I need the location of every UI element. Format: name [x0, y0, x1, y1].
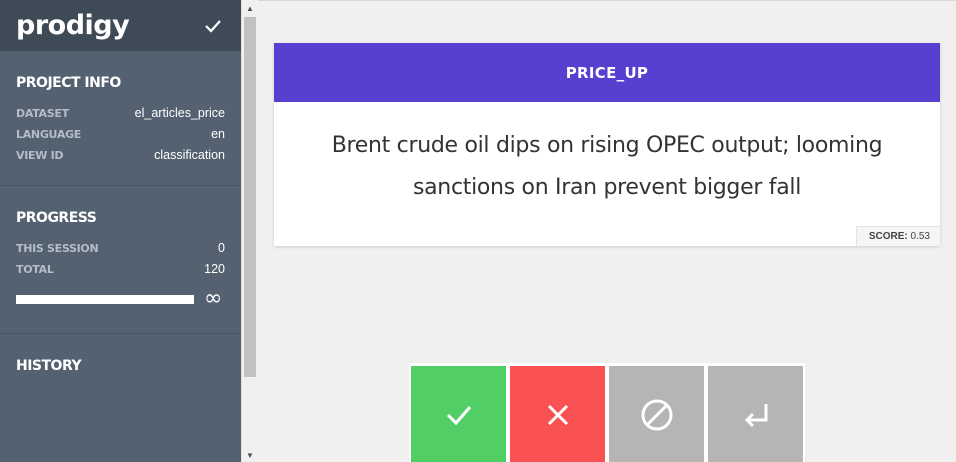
- sidebar: prodigy PROJECT INFO DATASET el_articles…: [0, 0, 241, 462]
- scroll-up-arrow-icon[interactable]: ▲: [246, 4, 254, 13]
- info-key: LANGUAGE: [16, 128, 82, 141]
- action-buttons: [409, 363, 805, 462]
- progress-value: 0: [218, 241, 225, 255]
- accept-button[interactable]: [411, 366, 506, 462]
- score-value: 0.53: [910, 231, 930, 242]
- progress-key: THIS SESSION: [16, 242, 99, 255]
- scroll-down-arrow-icon[interactable]: ▼: [246, 451, 254, 460]
- progress-value: 120: [204, 262, 225, 276]
- info-row-dataset: DATASET el_articles_price: [16, 103, 225, 124]
- info-key: DATASET: [16, 107, 69, 120]
- sidebar-header: prodigy: [0, 0, 241, 51]
- progress-section: PROGRESS THIS SESSION 0 TOTAL 120 ∞: [0, 186, 241, 334]
- info-row-language: LANGUAGE en: [16, 124, 225, 145]
- progress-title: PROGRESS: [16, 210, 97, 226]
- task-text: Brent crude oil dips on rising OPEC outp…: [331, 133, 883, 200]
- history-section: HISTORY: [0, 334, 241, 386]
- reject-button[interactable]: [510, 366, 605, 462]
- scroll-thumb[interactable]: [244, 17, 256, 377]
- progress-fill: [16, 294, 194, 304]
- ban-icon: [641, 399, 672, 430]
- progress-bar: [16, 294, 194, 304]
- task-label: PRICE_UP: [274, 43, 940, 102]
- task-card: PRICE_UP Brent crude oil dips on rising …: [274, 43, 940, 246]
- ignore-button[interactable]: [609, 366, 704, 462]
- close-icon: [547, 404, 568, 425]
- progress-row-total: TOTAL 120: [16, 259, 225, 280]
- info-row-view-id: VIEW ID classification: [16, 145, 225, 166]
- main-area: PRICE_UP Brent crude oil dips on rising …: [258, 0, 956, 462]
- undo-arrow-icon: [744, 403, 767, 427]
- info-value: en: [211, 127, 225, 141]
- infinity-icon: ∞: [204, 286, 223, 311]
- undo-button[interactable]: [708, 366, 803, 462]
- info-value: classification: [154, 148, 225, 162]
- app-logo: prodigy: [16, 10, 130, 41]
- history-title: HISTORY: [16, 358, 82, 374]
- project-info-section: PROJECT INFO DATASET el_articles_price L…: [0, 51, 241, 186]
- save-check-icon[interactable]: [203, 16, 223, 36]
- sidebar-scrollbar[interactable]: ▲ ▼: [241, 0, 258, 462]
- progress-row-session: THIS SESSION 0: [16, 238, 225, 259]
- check-icon: [446, 405, 471, 425]
- score-badge: SCORE: 0.53: [855, 226, 940, 246]
- info-value: el_articles_price: [134, 106, 225, 120]
- project-info-title: PROJECT INFO: [16, 75, 121, 91]
- info-key: VIEW ID: [16, 149, 64, 162]
- progress-bar-wrap: ∞: [16, 286, 225, 311]
- score-label: SCORE:: [868, 231, 908, 242]
- progress-key: TOTAL: [16, 263, 54, 276]
